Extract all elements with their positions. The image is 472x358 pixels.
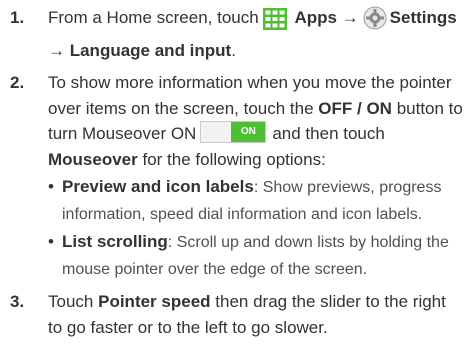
instructions-document: 1. From a Home screen, touch Apps → Sett… <box>0 0 472 340</box>
option-title: Preview and icon labels <box>62 177 254 196</box>
apps-label: Apps <box>294 8 337 27</box>
arrow-glyph: → <box>341 8 359 27</box>
step-1-text: From a Home screen, touch <box>48 8 259 27</box>
step-1-number: 1. <box>10 8 25 27</box>
step-2-number: 2. <box>10 73 25 92</box>
step-3: 3. Touch Pointer speed then drag the sli… <box>10 289 464 340</box>
bullet-dot-icon: • <box>48 177 54 196</box>
toggle-on-label: ON <box>231 122 266 142</box>
step-3-text: Touch <box>48 292 94 311</box>
step-1-period: . <box>231 40 236 60</box>
step-2-text-d: for the following options: <box>142 149 326 169</box>
settings-label: Settings <box>389 8 457 27</box>
option-bullet: • List scrolling: Scroll up and down lis… <box>48 229 464 282</box>
step-2-text-c: and then touch <box>272 124 385 143</box>
step-2: 2. To show more information when you mov… <box>10 70 464 282</box>
bullet-dot-icon: • <box>48 232 54 251</box>
pointer-speed-label: Pointer speed <box>98 292 211 311</box>
apps-grid-icon <box>262 8 287 38</box>
off-on-button-label: OFF / ON <box>318 98 392 118</box>
mouseover-label: Mouseover <box>48 149 138 169</box>
option-title: List scrolling <box>62 232 168 251</box>
language-input-label: → Language and input <box>48 40 232 60</box>
step-3-number: 3. <box>10 292 25 311</box>
option-bullet: • Preview and icon labels: Show previews… <box>48 174 464 227</box>
mouseover-toggle: ON <box>200 121 267 143</box>
step-1: 1. From a Home screen, touch Apps → Sett… <box>10 5 464 63</box>
settings-gear-icon <box>363 6 387 38</box>
